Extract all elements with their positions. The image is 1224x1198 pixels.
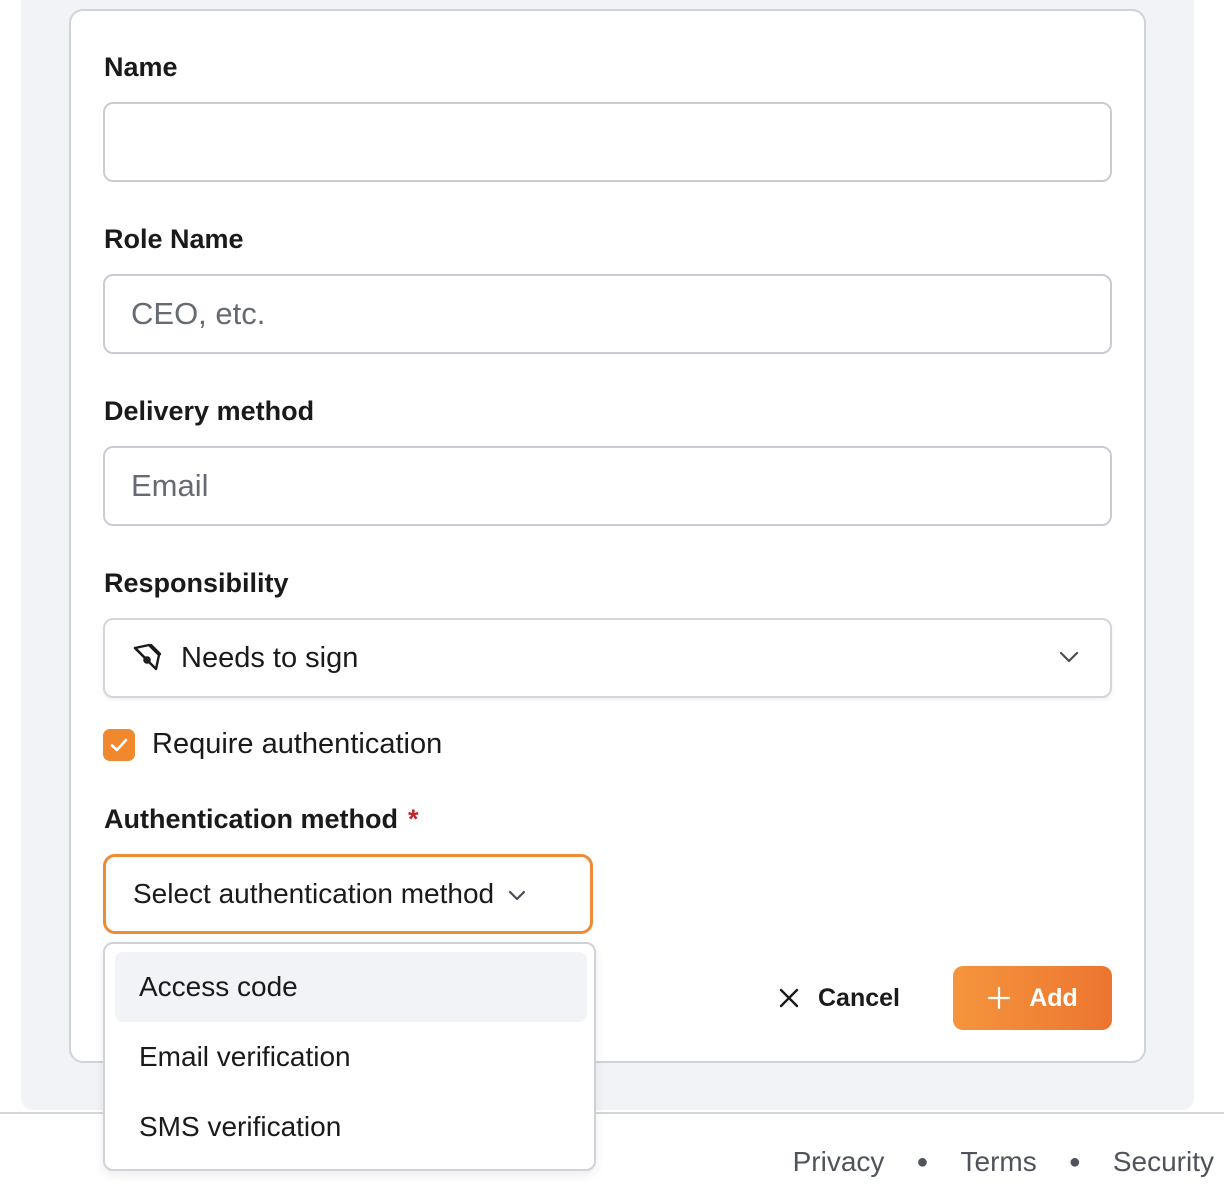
footer-links: Privacy ● Terms ● Security — [793, 1146, 1214, 1178]
responsibility-label: Responsibility — [104, 568, 289, 598]
add-button[interactable]: Add — [953, 966, 1112, 1030]
pen-tool-icon — [131, 642, 163, 674]
dropdown-option-label: SMS verification — [139, 1111, 342, 1142]
require-authentication-checkbox[interactable] — [103, 728, 135, 761]
require-authentication-row: Require authentication — [103, 728, 442, 761]
role-name-placeholder: CEO, etc. — [131, 296, 266, 331]
responsibility-select[interactable]: Needs to sign — [103, 618, 1112, 698]
authentication-method-label-text: Authentication method — [104, 804, 398, 834]
cancel-button[interactable]: Cancel — [778, 970, 900, 1026]
check-icon — [109, 735, 129, 755]
chevron-down-icon — [1058, 646, 1080, 673]
authentication-method-label: Authentication method * — [104, 804, 419, 835]
dropdown-option-label: Email verification — [139, 1041, 351, 1072]
delivery-method-label: Delivery method — [104, 396, 315, 426]
page: Name Role Name CEO, etc. Delivery method… — [0, 0, 1224, 1198]
delivery-method-placeholder: Email — [131, 468, 209, 503]
footer-link-security[interactable]: Security — [1113, 1146, 1214, 1178]
footer-separator: ● — [1068, 1150, 1081, 1173]
authentication-method-dropdown: Access code Email verification SMS verif… — [103, 942, 596, 1171]
require-authentication-label[interactable]: Require authentication — [152, 728, 442, 761]
cancel-button-label: Cancel — [818, 983, 900, 1012]
dropdown-option-email-verification[interactable]: Email verification — [115, 1022, 587, 1092]
footer-link-terms[interactable]: Terms — [961, 1146, 1037, 1178]
dropdown-option-access-code[interactable]: Access code — [115, 952, 587, 1022]
role-name-label: Role Name — [104, 224, 244, 254]
footer-separator: ● — [916, 1150, 929, 1173]
delivery-method-input[interactable]: Email — [103, 446, 1112, 526]
required-mark: * — [407, 804, 419, 834]
close-icon — [778, 987, 800, 1009]
responsibility-value: Needs to sign — [181, 641, 359, 674]
chevron-down-icon — [506, 885, 528, 907]
dropdown-option-sms-verification[interactable]: SMS verification — [115, 1092, 587, 1162]
footer-link-privacy[interactable]: Privacy — [793, 1146, 885, 1178]
plus-icon — [987, 986, 1011, 1010]
authentication-method-select[interactable]: Select authentication method — [103, 854, 593, 934]
name-label: Name — [104, 52, 178, 82]
role-name-input[interactable]: CEO, etc. — [103, 274, 1112, 354]
authentication-method-placeholder: Select authentication method — [133, 878, 495, 909]
add-button-label: Add — [1029, 983, 1078, 1012]
name-input[interactable] — [103, 102, 1112, 182]
dropdown-option-label: Access code — [139, 971, 298, 1002]
